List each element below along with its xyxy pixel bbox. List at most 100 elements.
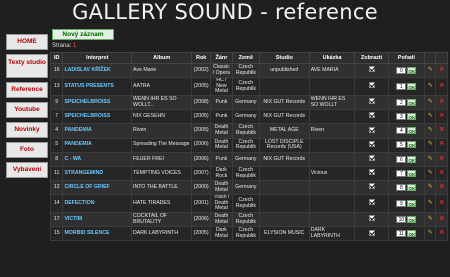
order-input[interactable]: 0 xyxy=(396,66,407,74)
cell-edit: ✎ xyxy=(424,123,437,139)
order-ok-button[interactable]: OK xyxy=(407,169,417,177)
edit-pencil-icon[interactable]: ✎ xyxy=(428,127,433,133)
order-input[interactable]: 1 xyxy=(396,82,407,90)
cell-poradi: 10 OK xyxy=(387,212,426,228)
order-input[interactable]: 9 xyxy=(396,199,407,207)
new-record-button[interactable]: Nový záznam xyxy=(52,29,114,40)
pagination: Strana: 1 xyxy=(52,43,76,49)
cell-rok: (2008) xyxy=(191,94,212,111)
edit-pencil-icon[interactable]: ✎ xyxy=(428,230,433,236)
edit-pencil-icon[interactable]: ✎ xyxy=(428,83,433,89)
delete-icon[interactable]: ✕ xyxy=(439,156,444,162)
order-ok-button[interactable]: OK xyxy=(407,230,417,238)
cell-zeme: Czech Republik xyxy=(231,62,260,79)
show-checkbox[interactable] xyxy=(368,169,375,176)
order-ok-button[interactable]: OK xyxy=(407,141,417,149)
cell-studio xyxy=(258,165,310,182)
cell-album: INTO THE BATTLE xyxy=(131,180,193,196)
order-input[interactable]: 2 xyxy=(396,98,407,106)
order-input[interactable]: 4 xyxy=(396,127,407,135)
show-checkbox[interactable] xyxy=(368,199,375,206)
column-header: Rok xyxy=(191,52,212,64)
cell-delete: ✕ xyxy=(435,77,448,96)
cell-zobrazit xyxy=(354,109,389,125)
edit-pencil-icon[interactable]: ✎ xyxy=(428,99,433,105)
cell-id: 11 xyxy=(49,165,64,182)
order-ok-button[interactable]: OK xyxy=(407,66,417,74)
show-checkbox[interactable] xyxy=(368,155,375,162)
cell-edit: ✎ xyxy=(424,109,437,125)
sidebar-item-home[interactable]: HOME xyxy=(6,34,48,50)
sidebar-item-youtube[interactable]: Youtube xyxy=(6,102,48,118)
edit-pencil-icon[interactable]: ✎ xyxy=(428,113,433,119)
sidebar-item-vybavení[interactable]: Vybavení xyxy=(6,162,48,178)
cell-ukazka: WENN IHR ES SO WOLLT xyxy=(308,94,356,111)
cell-album: WENN IHR ES SO WOLLT.. xyxy=(131,94,193,111)
show-checkbox[interactable] xyxy=(368,183,375,190)
order-input[interactable]: 3 xyxy=(396,113,407,121)
show-checkbox[interactable] xyxy=(368,126,375,133)
edit-pencil-icon[interactable]: ✎ xyxy=(428,67,433,73)
delete-icon[interactable]: ✕ xyxy=(439,216,444,222)
order-ok-button[interactable]: OK xyxy=(407,113,417,121)
edit-pencil-icon[interactable]: ✎ xyxy=(428,141,433,147)
column-header: Pořadí xyxy=(387,52,426,64)
page-title: GALLERY SOUND - reference xyxy=(72,0,378,24)
table-row: 4 PANDEMIA Riven (2005) Death Metal Czech Rep… xyxy=(49,123,448,139)
delete-icon[interactable]: ✕ xyxy=(439,67,444,73)
delete-icon[interactable]: ✕ xyxy=(439,200,444,206)
show-checkbox[interactable] xyxy=(368,229,375,236)
order-input[interactable]: 8 xyxy=(396,183,407,191)
order-ok-button[interactable]: OK xyxy=(407,155,417,163)
cell-delete: ✕ xyxy=(435,123,448,139)
delete-icon[interactable]: ✕ xyxy=(439,83,444,89)
delete-icon[interactable]: ✕ xyxy=(439,170,444,176)
sidebar-item-foto[interactable]: Foto xyxy=(6,142,48,158)
order-input[interactable]: 7 xyxy=(396,169,407,177)
edit-pencil-icon[interactable]: ✎ xyxy=(428,156,433,162)
cell-zanr: Trash / Death Metal xyxy=(210,194,233,214)
order-ok-button[interactable]: OK xyxy=(407,98,417,106)
sidebar-item-novinky[interactable]: Novinky xyxy=(6,122,48,138)
edit-pencil-icon[interactable]: ✎ xyxy=(428,216,433,222)
cell-zobrazit xyxy=(354,165,389,182)
sidebar-item-texty-studio[interactable]: Texty studio xyxy=(6,54,48,78)
order-input[interactable]: 6 xyxy=(396,155,407,163)
delete-icon[interactable]: ✕ xyxy=(439,127,444,133)
show-checkbox[interactable] xyxy=(368,82,375,89)
show-checkbox[interactable] xyxy=(368,98,375,105)
cell-poradi: 9 OK xyxy=(387,194,426,214)
column-header: Žánr xyxy=(210,52,233,64)
show-checkbox[interactable] xyxy=(368,66,375,73)
edit-pencil-icon[interactable]: ✎ xyxy=(428,170,433,176)
cell-zeme: Czech Republik xyxy=(231,165,260,182)
order-ok-button[interactable]: OK xyxy=(407,82,417,90)
order-input[interactable]: 11 xyxy=(396,230,407,238)
cell-zobrazit xyxy=(354,137,389,153)
delete-icon[interactable]: ✕ xyxy=(439,184,444,190)
order-ok-button[interactable]: OK xyxy=(407,215,417,223)
pagination-page-link[interactable]: 1 xyxy=(73,43,76,49)
show-checkbox[interactable] xyxy=(368,140,375,147)
cell-edit: ✎ xyxy=(424,62,437,79)
delete-icon[interactable]: ✕ xyxy=(439,141,444,147)
cell-zeme: Czech Republik xyxy=(231,194,260,214)
show-checkbox[interactable] xyxy=(368,215,375,222)
sidebar-item-reference[interactable]: Reference xyxy=(6,82,48,98)
delete-icon[interactable]: ✕ xyxy=(439,99,444,105)
delete-icon[interactable]: ✕ xyxy=(439,113,444,119)
edit-pencil-icon[interactable]: ✎ xyxy=(428,200,433,206)
order-ok-button[interactable]: OK xyxy=(407,199,417,207)
cell-ukazka xyxy=(308,194,356,214)
edit-pencil-icon[interactable]: ✎ xyxy=(428,184,433,190)
cell-zanr: Punk xyxy=(210,151,233,167)
show-checkbox[interactable] xyxy=(368,112,375,119)
order-input[interactable]: 10 xyxy=(396,215,407,223)
order-ok-button[interactable]: OK xyxy=(407,183,417,191)
order-input[interactable]: 5 xyxy=(396,141,407,149)
cell-album: COCKTAIL OF BRUTALITY xyxy=(131,212,193,228)
delete-icon[interactable]: ✕ xyxy=(439,230,444,236)
order-ok-button[interactable]: OK xyxy=(407,127,417,135)
cell-zanr: Death Metal xyxy=(210,123,233,139)
cell-zobrazit xyxy=(354,94,389,111)
